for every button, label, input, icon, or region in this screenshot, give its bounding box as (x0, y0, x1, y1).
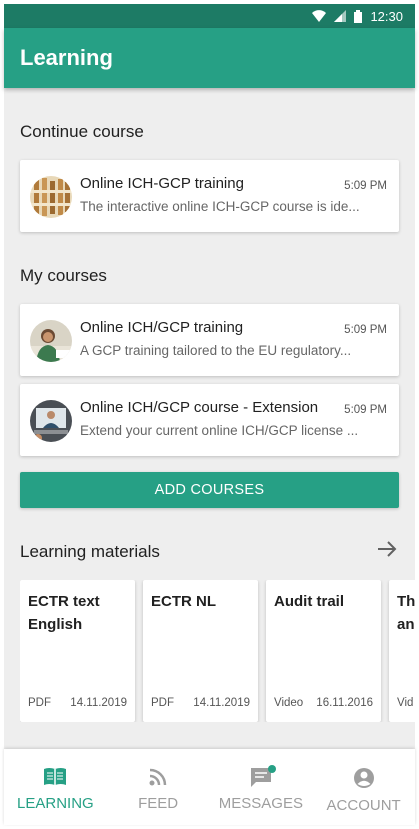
nav-account[interactable]: ACCOUNT (312, 749, 415, 825)
material-date: 14.11.2019 (193, 697, 250, 709)
material-title: Th an (397, 593, 415, 633)
rss-icon (149, 768, 167, 786)
material-card[interactable]: ECTR NL PDF 14.11.2019 (143, 580, 258, 722)
account-icon (353, 768, 374, 788)
material-title: ECTR text English (28, 593, 100, 633)
add-courses-button[interactable]: ADD COURSES (20, 472, 399, 508)
course-thumbnail (30, 400, 72, 442)
signal-icon (334, 10, 347, 22)
course-subtitle: Extend your current online ICH/GCP licen… (80, 423, 359, 438)
nav-label: MESSAGES (218, 795, 303, 812)
app-bar: Learning (4, 28, 415, 88)
learning-materials-list[interactable]: ECTR text English PDF 14.11.2019 ECTR NL… (20, 580, 415, 722)
course-time: 5:09 PM (344, 180, 387, 192)
nav-feed[interactable]: FEED (107, 749, 210, 825)
status-bar: 12:30 (4, 4, 415, 28)
course-subtitle: A GCP training tailored to the EU regula… (80, 343, 352, 358)
continue-course-card[interactable]: Online ICH-GCP training The interactive … (20, 160, 399, 232)
course-time: 5:09 PM (344, 404, 387, 416)
nav-messages[interactable]: MESSAGES (210, 749, 313, 825)
material-card[interactable]: Audit trail Video 16.11.2016 (266, 580, 381, 722)
material-date: 14.11.2019 (70, 697, 127, 709)
course-thumbnail (30, 176, 72, 218)
main-content[interactable]: Continue course Online ICH-GCP training … (4, 88, 415, 749)
arrow-right-icon[interactable] (377, 540, 397, 563)
course-card[interactable]: Online ICH/GCP training A GCP training t… (20, 304, 399, 376)
my-courses-heading: My courses (20, 266, 107, 285)
material-title: Audit trail (274, 593, 344, 610)
material-date: 16.11.2016 (316, 697, 373, 709)
battery-icon (354, 9, 363, 23)
continue-course-heading: Continue course (20, 122, 144, 141)
material-type: Video (274, 697, 304, 709)
material-card[interactable]: ECTR text English PDF 14.11.2019 (20, 580, 135, 722)
course-subtitle: The interactive online ICH-GCP course is… (80, 199, 360, 214)
course-card[interactable]: Online ICH/GCP course - Extension Extend… (20, 384, 399, 456)
bottom-navigation: LEARNING FEED MESSAGES ACCOUNT (4, 749, 415, 825)
nav-label: LEARNING (17, 795, 94, 812)
notification-dot (267, 765, 276, 773)
book-icon (44, 768, 67, 785)
wifi-icon (312, 10, 327, 22)
page-title: Learning (20, 45, 113, 70)
course-title: Online ICH/GCP training (80, 319, 244, 336)
material-type: Vid (397, 697, 414, 709)
material-type: PDF (28, 697, 51, 709)
nav-learning[interactable]: LEARNING (4, 749, 107, 825)
course-thumbnail (30, 320, 72, 362)
course-title: Online ICH-GCP training (80, 175, 244, 192)
course-title: Online ICH/GCP course - Extension (80, 399, 319, 416)
material-title: ECTR NL (151, 593, 216, 610)
nav-label: ACCOUNT (326, 797, 401, 814)
status-time: 12:30 (370, 8, 403, 24)
nav-label: FEED (138, 795, 179, 812)
learning-materials-heading: Learning materials (20, 542, 160, 561)
course-time: 5:09 PM (344, 324, 387, 336)
material-card[interactable]: Th an Vid (389, 580, 415, 722)
material-type: PDF (151, 697, 174, 709)
